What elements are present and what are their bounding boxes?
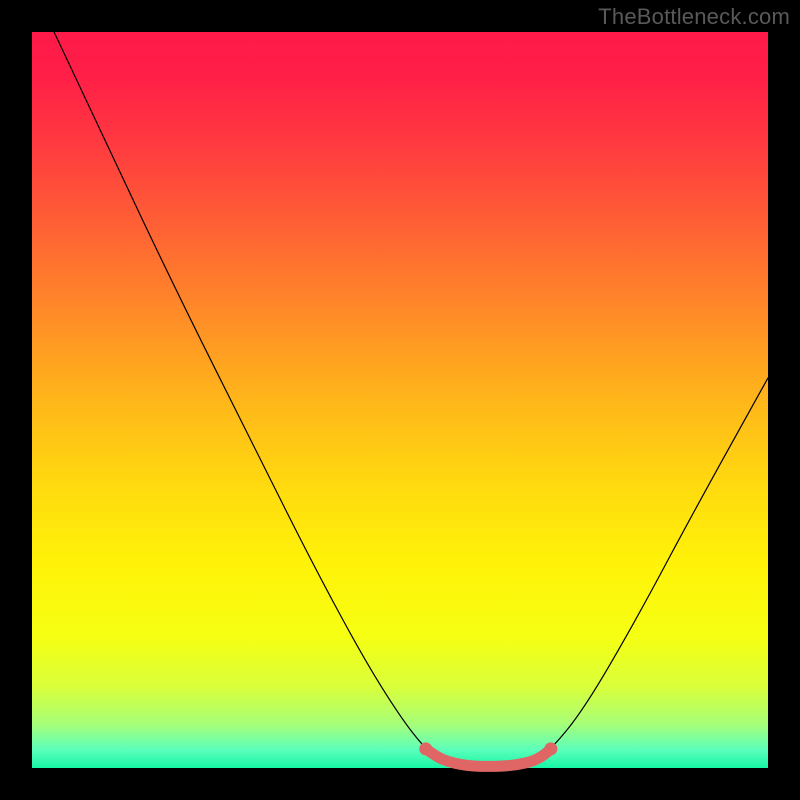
bottleneck-chart <box>0 0 800 800</box>
watermark-text: TheBottleneck.com <box>598 4 790 30</box>
chart-frame: TheBottleneck.com <box>0 0 800 800</box>
sweet-spot-endpoint <box>419 742 432 755</box>
sweet-spot-endpoint <box>544 742 557 755</box>
gradient-background <box>32 32 768 768</box>
